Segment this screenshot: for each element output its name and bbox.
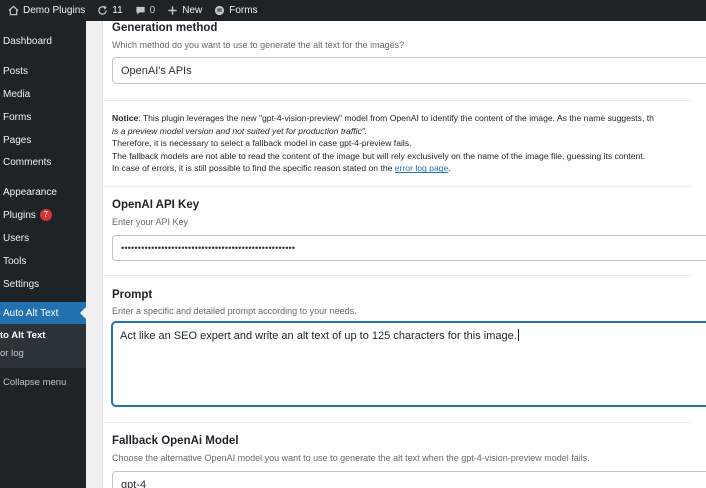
sidebar-item-label: Forms: [3, 111, 32, 123]
auto-alt-text-submenu: to Alt Text or log: [0, 324, 86, 368]
sidebar-item-forms[interactable]: Forms: [0, 106, 86, 128]
generation-method-title: Generation method: [112, 22, 218, 34]
error-log-link[interactable]: error log page: [395, 163, 449, 173]
notice-line: : This plugin leverages the new "gpt-4-v…: [138, 113, 654, 123]
home-icon: [8, 5, 19, 16]
notice-line: The fallback models are not able to read…: [112, 150, 646, 161]
forms-label: Forms: [229, 5, 258, 16]
prompt-title: Prompt: [112, 289, 153, 301]
new-content-link[interactable]: New: [161, 0, 208, 21]
api-key-title: OpenAI API Key: [112, 199, 200, 211]
collapse-menu-button[interactable]: Collapse menu: [0, 372, 86, 392]
sidebar-item-posts[interactable]: Posts: [0, 60, 86, 82]
section-divider: [102, 186, 692, 187]
plugins-update-badge: 7: [39, 209, 52, 221]
section-divider: [102, 100, 692, 101]
prompt-textarea[interactable]: Act like an SEO expert and write an alt …: [112, 322, 706, 406]
submenu-item-label: to Alt Text: [0, 329, 46, 341]
notice-text: Notice: This plugin leverages the new "g…: [112, 112, 706, 175]
site-name: Demo Plugins: [23, 5, 86, 16]
section-divider: [102, 275, 692, 276]
sidebar-item-label: Comments: [3, 156, 52, 168]
notice-line: is a preview model version and not suite…: [112, 125, 368, 136]
collapse-label: Collapse menu: [3, 376, 67, 388]
sidebar-item-dashboard[interactable]: Dashboard: [0, 30, 86, 52]
new-label: New: [182, 5, 203, 16]
forms-icon: [215, 5, 225, 16]
api-key-input[interactable]: ••••••••••••••••••••••••••••••••••••••••…: [112, 235, 706, 261]
admin-sidebar: Dashboard Posts Media Forms Pages Commen…: [0, 21, 86, 488]
fallback-model-description: Choose the alternative OpenAI model you …: [112, 453, 590, 463]
notice-line: .: [448, 163, 451, 174]
fallback-model-select[interactable]: gpt-4: [112, 471, 706, 488]
section-divider: [102, 422, 692, 423]
sidebar-item-label: Pages: [3, 134, 32, 146]
prompt-value: Act like an SEO expert and write an alt …: [120, 330, 517, 342]
sidebar-item-media[interactable]: Media: [0, 83, 86, 105]
notice-label: Notice: [112, 113, 139, 123]
submenu-item-auto-alt-text[interactable]: to Alt Text: [0, 326, 86, 344]
updates-link[interactable]: 11: [91, 0, 128, 21]
api-key-description: Enter your API Key: [112, 217, 189, 227]
notice-line: In case of errors, it is still possible …: [112, 163, 395, 174]
sidebar-item-label: Plugins: [3, 209, 36, 221]
sidebar-item-label: Dashboard: [3, 35, 52, 47]
sidebar-item-label: Media: [3, 88, 31, 100]
sidebar-item-tools[interactable]: Tools: [0, 250, 86, 272]
updates-icon: [98, 5, 108, 15]
fallback-model-value: gpt-4: [121, 479, 147, 488]
generation-method-value: OpenAI's APIs: [121, 64, 192, 77]
sidebar-item-users[interactable]: Users: [0, 227, 86, 249]
comments-link[interactable]: 0: [129, 0, 162, 21]
notice-line: Therefore, it is necessary to select a f…: [112, 138, 412, 149]
sidebar-item-pages[interactable]: Pages: [0, 129, 86, 151]
fallback-model-title: Fallback OpenAi Model: [112, 435, 239, 447]
sidebar-item-label: Posts: [3, 65, 29, 77]
sidebar-item-label: Settings: [3, 278, 40, 290]
submenu-item-label: or log: [0, 347, 24, 359]
sidebar-item-auto-alt-text[interactable]: Auto Alt Text: [0, 302, 86, 324]
sidebar-item-appearance[interactable]: Appearance: [0, 181, 86, 203]
sidebar-item-settings[interactable]: Settings: [0, 273, 86, 295]
submenu-item-error-log[interactable]: or log: [0, 344, 86, 362]
prompt-description: Enter a specific and detailed prompt acc…: [112, 306, 357, 316]
main-content: Generation method Which method do you wa…: [86, 21, 706, 488]
site-name-link[interactable]: Demo Plugins: [0, 0, 91, 21]
comments-count: 0: [149, 5, 156, 16]
sidebar-item-plugins[interactable]: Plugins 7: [0, 204, 86, 226]
sidebar-item-label: Auto Alt Text: [3, 307, 59, 319]
sidebar-item-comments[interactable]: Comments: [0, 151, 86, 173]
generation-method-select[interactable]: OpenAI's APIs: [112, 57, 706, 84]
forms-link[interactable]: Forms: [208, 0, 263, 21]
text-caret: [517, 329, 519, 341]
sidebar-item-label: Tools: [3, 255, 27, 267]
comment-bubble-icon: [136, 6, 145, 15]
sidebar-item-label: Appearance: [3, 186, 57, 198]
plus-icon: [168, 6, 177, 15]
generation-method-description: Which method do you want to use to gener…: [112, 40, 405, 50]
admin-bar: Demo Plugins 11 0 New Forms: [0, 0, 706, 21]
api-key-value: ••••••••••••••••••••••••••••••••••••••••…: [121, 243, 296, 253]
updates-count: 11: [112, 5, 123, 16]
sidebar-item-label: Users: [3, 232, 30, 244]
